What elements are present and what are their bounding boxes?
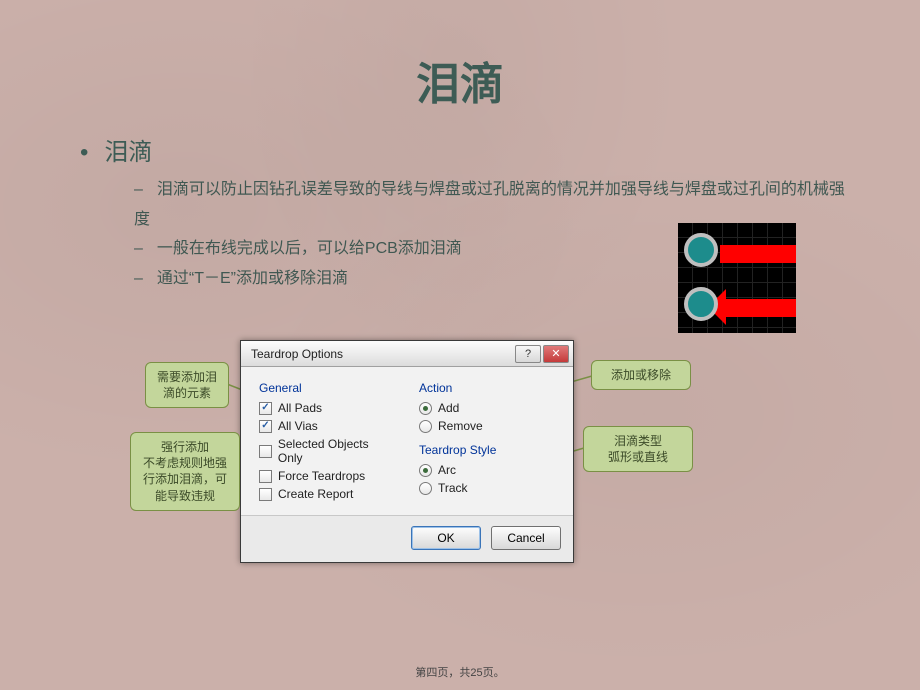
radio-icon — [419, 482, 432, 495]
checkbox-force-teardrops[interactable]: Force Teardrops — [259, 469, 395, 483]
group-title-general: General — [259, 381, 395, 395]
callout-action: 添加或移除 — [591, 360, 691, 390]
cancel-button[interactable]: Cancel — [491, 526, 561, 550]
checkbox-icon — [259, 445, 272, 458]
callout-style: 泪滴类型弧形或直线 — [583, 426, 693, 472]
dialog-footer: OK Cancel — [241, 515, 573, 562]
page-title: 泪滴 — [0, 0, 920, 112]
checkbox-all-vias[interactable]: All Vias — [259, 419, 395, 433]
dialog-titlebar[interactable]: Teardrop Options ? ✕ — [241, 341, 573, 367]
checkbox-selected-only[interactable]: Selected Objects Only — [259, 437, 395, 465]
teardrop-dialog: Teardrop Options ? ✕ General All Pads Al… — [240, 340, 574, 563]
pcb-track — [720, 245, 796, 263]
bullet-main: 泪滴 — [80, 132, 860, 167]
callout-force: 强行添加不考虑规则地强行添加泪滴，可能导致违规 — [130, 432, 240, 511]
pcb-pad — [684, 233, 718, 267]
pcb-pad — [684, 287, 718, 321]
callout-general: 需要添加泪滴的元素 — [145, 362, 229, 408]
group-title-action: Action — [419, 381, 555, 395]
checkbox-icon — [259, 402, 272, 415]
group-title-style: Teardrop Style — [419, 443, 555, 457]
radio-icon — [419, 464, 432, 477]
radio-add[interactable]: Add — [419, 401, 555, 415]
checkbox-create-report[interactable]: Create Report — [259, 487, 395, 501]
page-footer: 第四页，共25页。 — [0, 664, 920, 680]
ok-button[interactable]: OK — [411, 526, 481, 550]
dialog-body: General All Pads All Vias Selected Objec… — [241, 367, 573, 515]
radio-icon — [419, 420, 432, 433]
radio-arc[interactable]: Arc — [419, 463, 555, 477]
slide: 泪滴 泪滴 泪滴可以防止因钻孔误差导致的导线与焊盘或过孔脱离的情况并加强导线与焊… — [0, 0, 920, 690]
group-right: Action Add Remove Teardrop Style Arc Tra… — [419, 381, 555, 505]
dialog-title: Teardrop Options — [251, 347, 343, 361]
group-general: General All Pads All Vias Selected Objec… — [259, 381, 395, 505]
pcb-illustration — [678, 223, 796, 333]
checkbox-all-pads[interactable]: All Pads — [259, 401, 395, 415]
radio-remove[interactable]: Remove — [419, 419, 555, 433]
checkbox-icon — [259, 420, 272, 433]
close-button[interactable]: ✕ — [543, 345, 569, 363]
checkbox-icon — [259, 488, 272, 501]
help-button[interactable]: ? — [515, 345, 541, 363]
pcb-track — [720, 299, 796, 317]
radio-icon — [419, 402, 432, 415]
checkbox-icon — [259, 470, 272, 483]
radio-track[interactable]: Track — [419, 481, 555, 495]
